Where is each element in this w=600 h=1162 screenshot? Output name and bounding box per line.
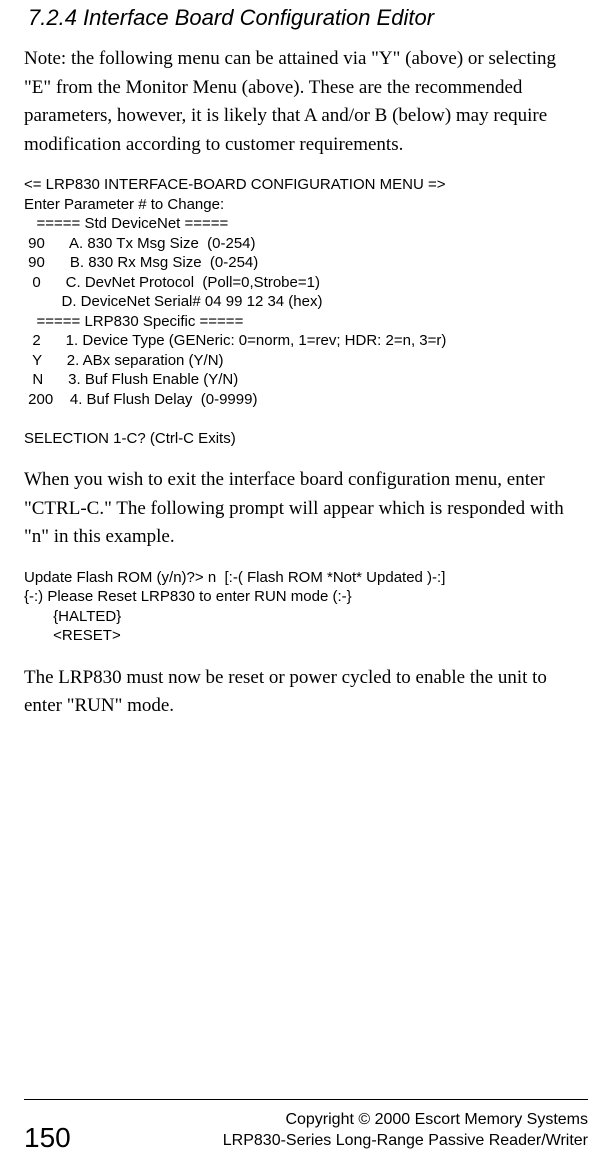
page-footer: 150 Copyright © 2000 Escort Memory Syste… [24, 1110, 588, 1152]
intro-paragraph: Note: the following menu can be attained… [24, 45, 576, 159]
footer-text: Copyright © 2000 Escort Memory Systems L… [223, 1110, 588, 1152]
terminal-output-config-menu: <= LRP830 INTERFACE-BOARD CONFIGURATION … [24, 175, 576, 448]
page-number: 150 [24, 1124, 71, 1152]
section-heading: 7.2.4 Interface Board Configuration Edit… [24, 5, 576, 31]
product-line: LRP830-Series Long-Range Passive Reader/… [223, 1131, 588, 1152]
exit-instruction-paragraph: When you wish to exit the interface boar… [24, 466, 576, 552]
reset-paragraph: The LRP830 must now be reset or power cy… [24, 664, 576, 721]
copyright-line: Copyright © 2000 Escort Memory Systems [223, 1110, 588, 1131]
terminal-output-flash-prompt: Update Flash ROM (y/n)?> n [:-( Flash RO… [24, 568, 576, 646]
footer-separator [24, 1099, 588, 1100]
